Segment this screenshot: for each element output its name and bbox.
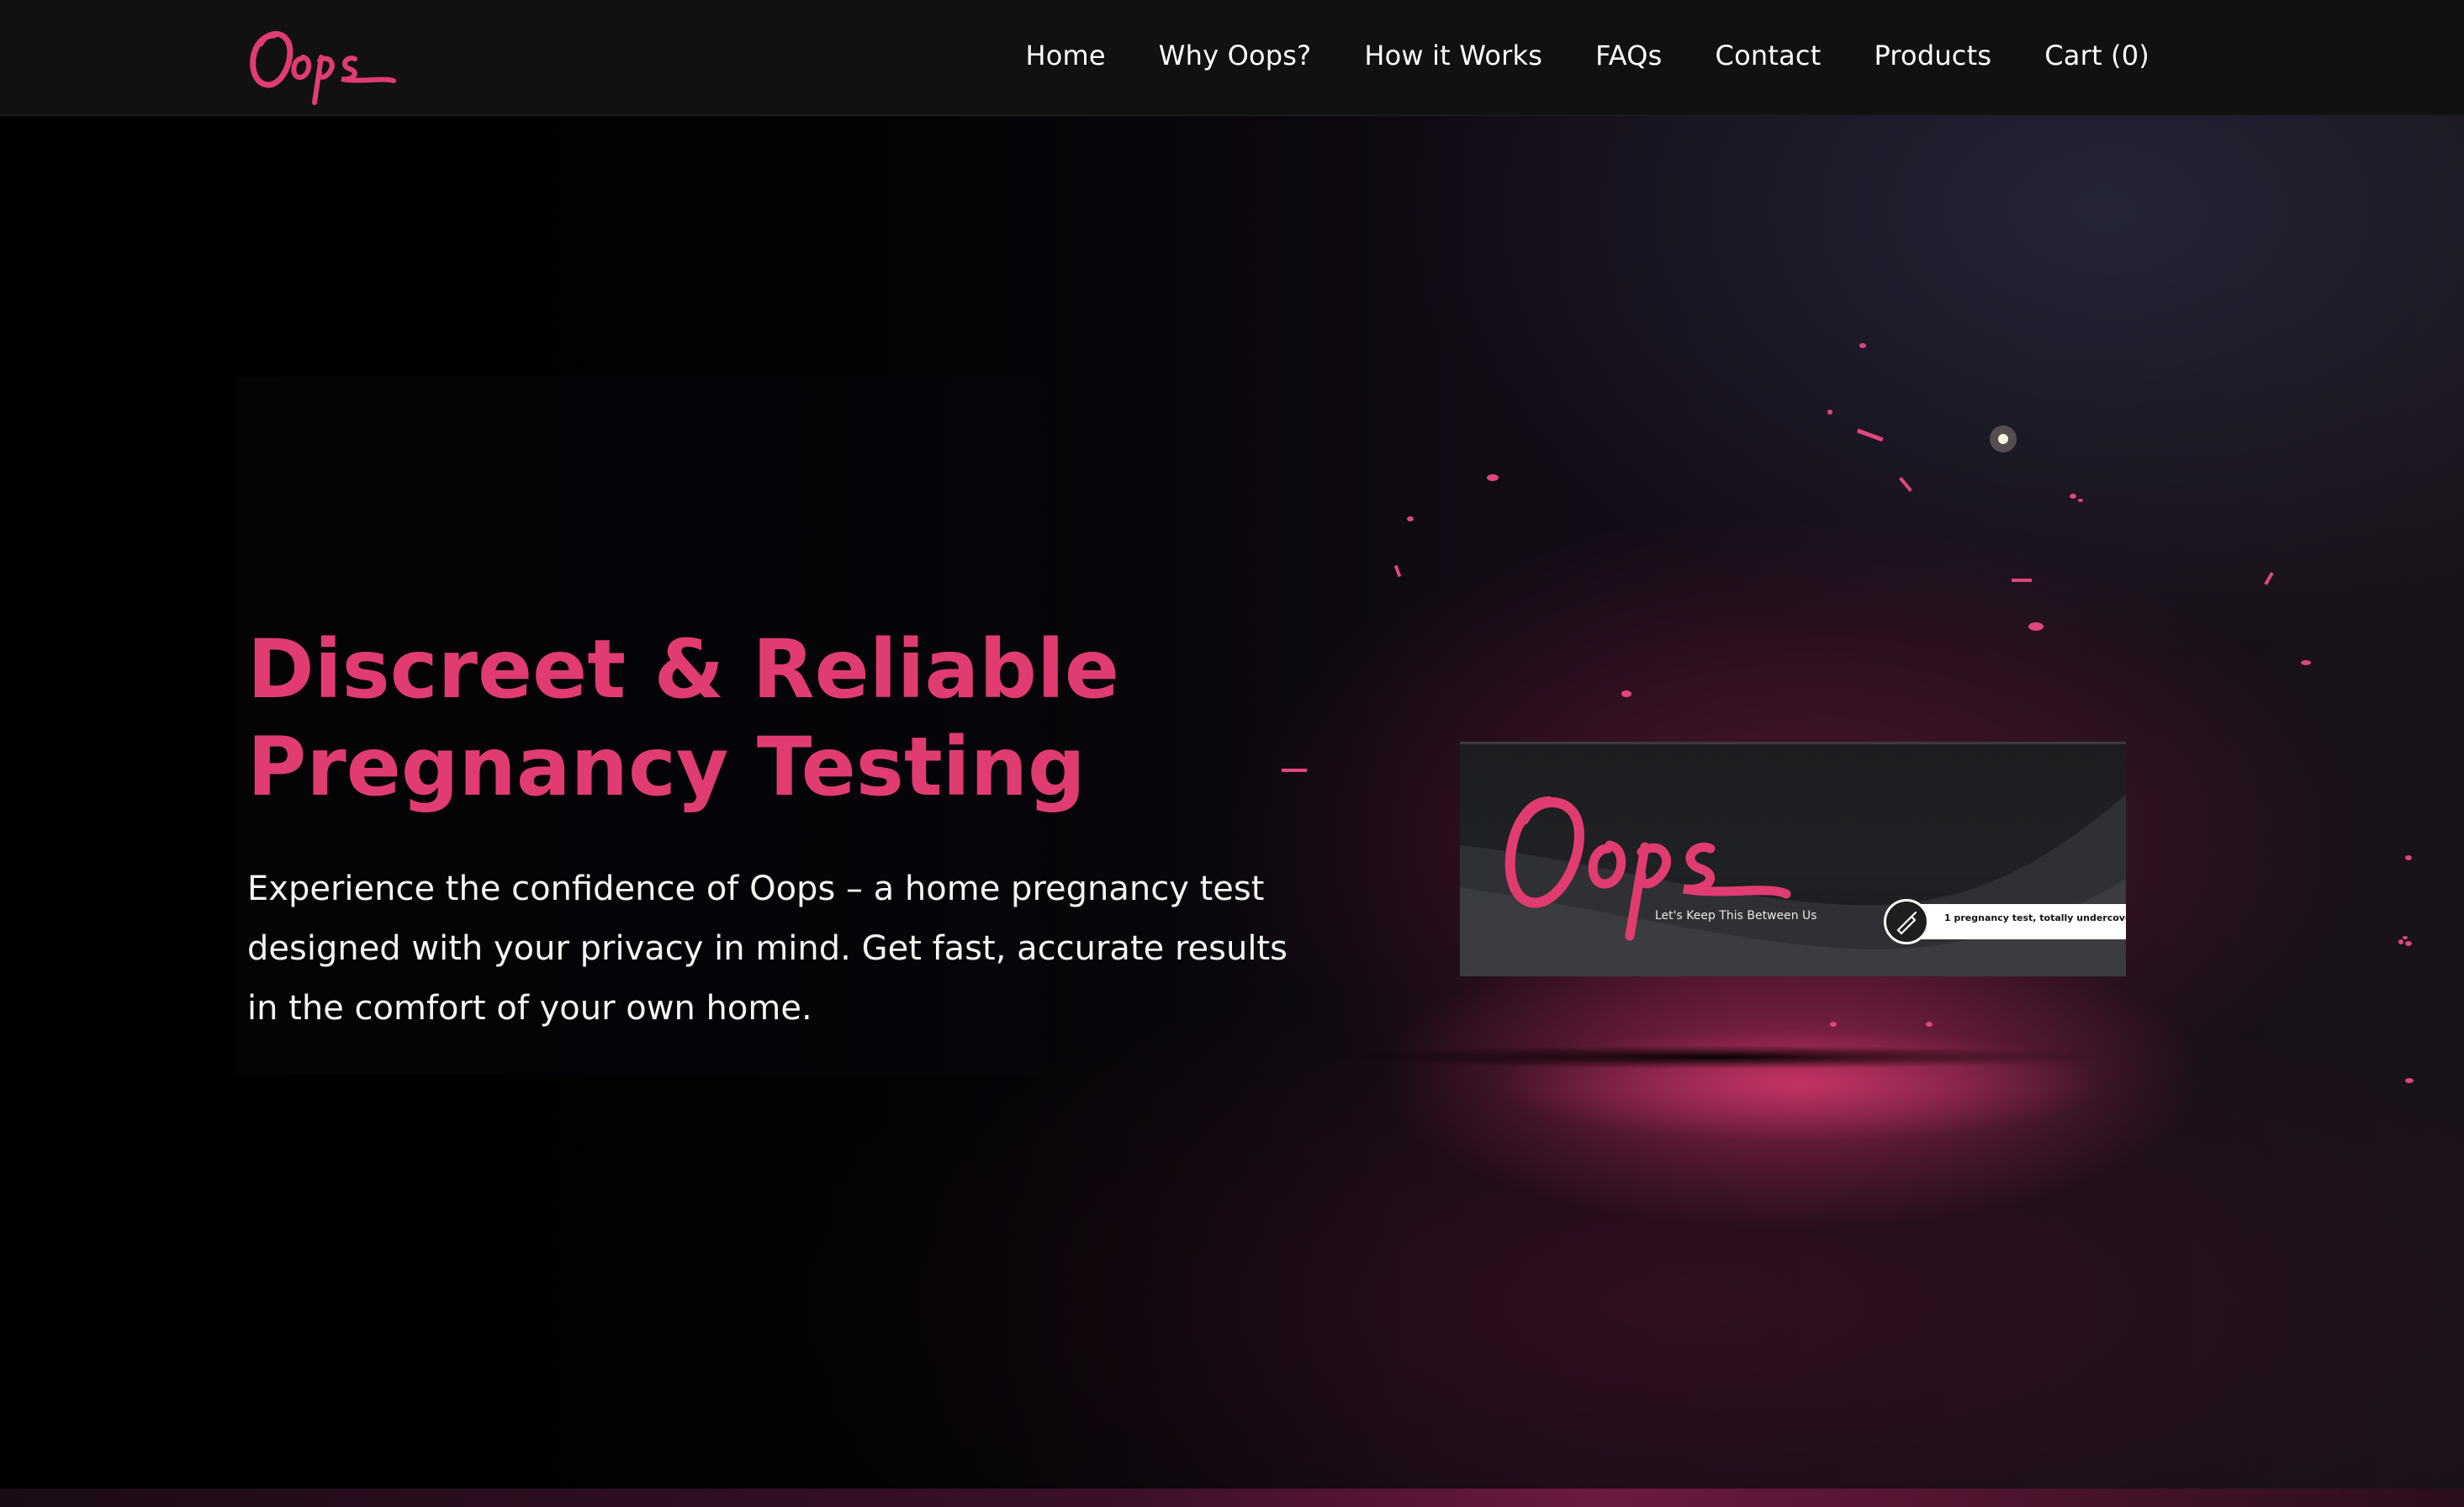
hero-headline: Discreet & Reliable Pregnancy Testing (247, 621, 1340, 816)
nav-how-it-works[interactable]: How it Works (1364, 40, 1542, 71)
box-oops-logo (1504, 796, 1791, 941)
nav-why-oops[interactable]: Why Oops? (1159, 40, 1312, 71)
nav-cart[interactable]: Cart (0) (2044, 40, 2149, 71)
headline-line-2: Pregnancy Testing (247, 720, 1086, 814)
headline-line-1: Discreet & Reliable (247, 622, 1120, 716)
oops-logo[interactable] (242, 19, 402, 111)
nav-faqs[interactable]: FAQs (1595, 40, 1662, 71)
hero-description: Experience the confidence of Oops – a ho… (247, 870, 1288, 1028)
box-tagline: Let's Keep This Between Us (1655, 909, 1817, 923)
pregnancy-test-icon (1884, 899, 1929, 944)
top-navigation: Home Why Oops? How it Works FAQs Contact… (0, 0, 2464, 116)
box-label-text: 1 pregnancy test, totally undercover (1944, 912, 2126, 923)
product-box-image: Let's Keep This Between Us 1 pregnancy t… (1460, 742, 2126, 976)
product-shadow (1312, 1043, 2119, 1071)
nav-home[interactable]: Home (1025, 40, 1105, 71)
nav-contact[interactable]: Contact (1716, 40, 1822, 71)
nav-products[interactable]: Products (1874, 40, 1991, 71)
product-glow (1379, 992, 2220, 1177)
section-divider (0, 1488, 2464, 1507)
nav-links: Home Why Oops? How it Works FAQs Contact… (1025, 0, 2149, 111)
